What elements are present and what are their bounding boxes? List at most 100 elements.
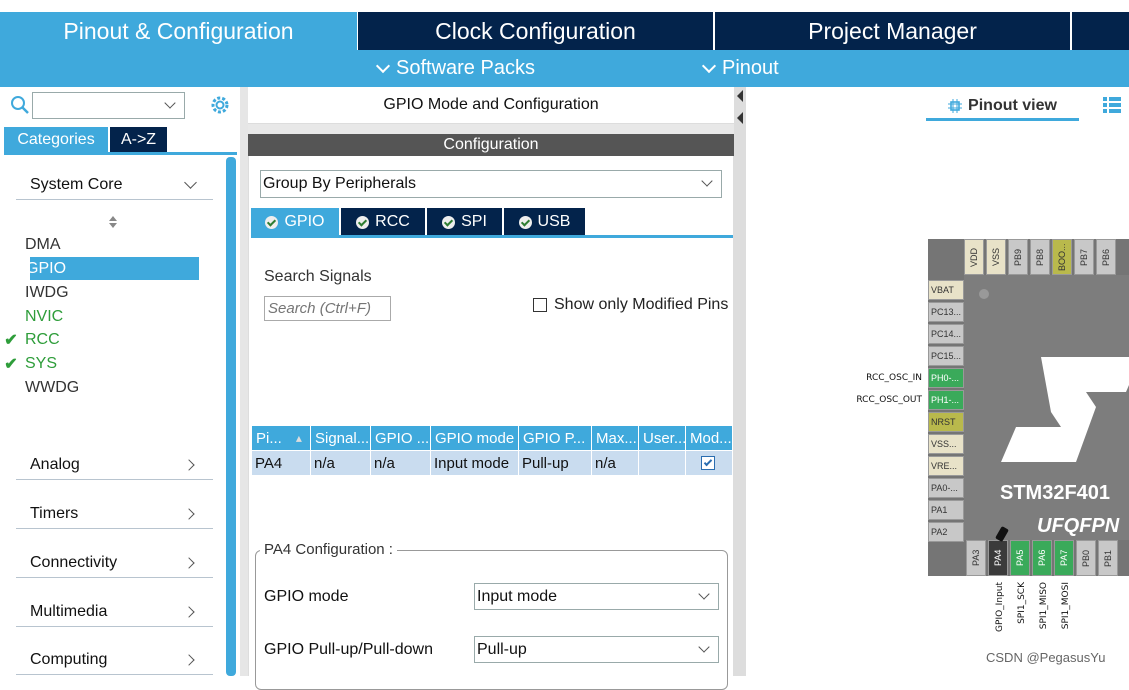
tab-spi[interactable]: SPI xyxy=(427,208,502,236)
sidebar-item-wwdg[interactable]: WWDG xyxy=(25,376,199,399)
pin-pc15[interactable]: PC15... xyxy=(928,346,964,366)
pin-pa3[interactable]: PA3 xyxy=(966,540,986,576)
pinout-view-tab[interactable]: Pinout view xyxy=(926,93,1079,121)
search-combo[interactable] xyxy=(32,92,185,119)
gear-icon[interactable] xyxy=(209,94,231,116)
pin-pb0[interactable]: PB0 xyxy=(1076,540,1096,576)
gpio-pull-select[interactable]: Pull-up xyxy=(474,636,719,663)
category-system-core[interactable]: System Core xyxy=(16,170,213,200)
pin-boo[interactable]: BOO... xyxy=(1052,239,1072,275)
pinout-menu[interactable]: Pinout xyxy=(701,50,779,87)
tab-label: GPIO xyxy=(284,213,325,230)
column-header[interactable]: Pi... ▴ xyxy=(252,426,310,450)
menu-label: Software Packs xyxy=(396,57,535,79)
tab-rcc[interactable]: RCC xyxy=(341,208,425,236)
pin-vdd[interactable]: VDD xyxy=(964,239,984,275)
category-timers[interactable]: Timers xyxy=(16,499,213,529)
sort-icon[interactable] xyxy=(108,215,118,229)
signal-label: SPI1_SCK xyxy=(1017,582,1027,624)
table-cell: Input mode xyxy=(431,451,518,475)
pin-vre[interactable]: VRE... xyxy=(928,456,964,476)
tab-label: RCC xyxy=(375,213,410,230)
tab-tools[interactable] xyxy=(1072,12,1129,50)
tab-label: SPI xyxy=(461,213,487,230)
tab-label: Clock Configuration xyxy=(435,17,636,44)
tab-a-to-z[interactable]: A->Z xyxy=(110,127,167,152)
sidebar-item-dma[interactable]: DMA xyxy=(25,233,199,256)
pin-vbat[interactable]: VBAT xyxy=(928,280,964,300)
signal-label: SPI1_MOSI xyxy=(1061,582,1071,630)
pin-pc13[interactable]: PC13... xyxy=(928,302,964,322)
pin-label: VSS... xyxy=(931,439,957,449)
sidebar-item-nvic[interactable]: NVIC xyxy=(25,305,199,328)
column-header[interactable]: Max... xyxy=(592,426,638,450)
tab-label: Categories xyxy=(17,130,95,148)
modified-checkbox[interactable] xyxy=(701,456,715,470)
pin-pa7[interactable]: PA7 xyxy=(1054,540,1074,576)
tab-gpio[interactable]: GPIO xyxy=(251,208,339,236)
sidebar-item-rcc[interactable]: ✔ RCC xyxy=(4,328,199,351)
column-header[interactable]: GPIO ... xyxy=(371,426,430,450)
pin-pb1[interactable]: PB1 xyxy=(1098,540,1118,576)
tab-label: Project Manager xyxy=(808,17,977,44)
scrollbar[interactable] xyxy=(226,157,236,676)
category-computing[interactable]: Computing xyxy=(16,645,213,675)
table-cell: n/a xyxy=(371,451,430,475)
pin-vss[interactable]: VSS... xyxy=(928,434,964,454)
pin-pb7[interactable]: PB7 xyxy=(1074,239,1094,275)
pin-nrst[interactable]: NRST xyxy=(928,412,964,432)
table-cell: PA4 xyxy=(252,451,310,475)
sidebar-item-iwdg[interactable]: IWDG xyxy=(25,281,199,304)
show-modified-checkbox[interactable] xyxy=(533,298,547,312)
chevron-right-icon xyxy=(183,653,195,666)
group-by-select[interactable]: Group By Peripherals xyxy=(260,170,722,198)
column-header[interactable]: Mod... xyxy=(686,426,732,450)
tab-project-manager[interactable]: Project Manager xyxy=(715,12,1070,50)
sidebar-item-sys[interactable]: ✔ SYS xyxy=(4,352,199,375)
column-header[interactable]: GPIO P... xyxy=(519,426,591,450)
tab-categories[interactable]: Categories xyxy=(4,127,108,152)
column-header[interactable]: User... xyxy=(639,426,685,450)
system-view-icon[interactable] xyxy=(1103,97,1121,113)
gpio-mode-select[interactable]: Input mode xyxy=(474,583,719,610)
tab-label: Pinout & Configuration xyxy=(63,17,294,44)
pin-vss[interactable]: VSS xyxy=(986,239,1006,275)
pin-ph1[interactable]: PH1-... xyxy=(928,390,964,410)
category-connectivity[interactable]: Connectivity xyxy=(16,548,213,578)
pin-pa1[interactable]: PA1 xyxy=(928,500,964,520)
cell-value: Pull-up xyxy=(522,454,569,472)
category-analog[interactable]: Analog xyxy=(16,450,213,480)
pin-label: PA2 xyxy=(931,527,948,537)
pin-pa4[interactable]: PA4 xyxy=(988,540,1008,576)
pin-pa0[interactable]: PA0-... xyxy=(928,478,964,498)
select-value: Group By Peripherals xyxy=(263,175,416,192)
pin-pa2[interactable]: PA2 xyxy=(928,522,964,542)
tab-usb[interactable]: USB xyxy=(504,208,585,236)
configuration-title-text: Configuration xyxy=(443,136,539,153)
panel-splitter[interactable] xyxy=(734,87,746,676)
signal-label: RCC_OSC_OUT xyxy=(856,395,922,405)
software-packs-menu[interactable]: Software Packs xyxy=(375,50,535,87)
column-header[interactable]: Signal... xyxy=(311,426,370,450)
pin-pb8[interactable]: PB8 xyxy=(1030,239,1050,275)
pin-pa6[interactable]: PA6 xyxy=(1032,540,1052,576)
panel-header: GPIO Mode and Configuration xyxy=(248,87,734,124)
pin-ph0[interactable]: PH0-... xyxy=(928,368,964,388)
sidebar-item-label: RCC xyxy=(25,330,60,348)
pin-pb9[interactable]: PB9 xyxy=(1008,239,1028,275)
pin-pb6[interactable]: PB6 xyxy=(1096,239,1116,275)
pin-pa5[interactable]: PA5 xyxy=(1010,540,1030,576)
column-header[interactable]: GPIO mode xyxy=(431,426,518,450)
category-multimedia[interactable]: Multimedia xyxy=(16,597,213,627)
tab-clock-configuration[interactable]: Clock Configuration xyxy=(358,12,713,50)
panel-divider[interactable] xyxy=(240,87,248,676)
check-icon xyxy=(518,215,532,229)
collapse-arrows-icon[interactable] xyxy=(735,88,745,128)
tab-pinout-configuration[interactable]: Pinout & Configuration xyxy=(0,12,357,50)
chevron-right-icon xyxy=(183,556,195,569)
search-signals-input[interactable] xyxy=(264,296,391,321)
chevron-down-icon xyxy=(164,97,176,109)
sidebar-item-gpio[interactable]: GPIO xyxy=(26,257,199,280)
pin-pc14[interactable]: PC14... xyxy=(928,324,964,344)
configuration-title: Configuration xyxy=(248,134,734,156)
